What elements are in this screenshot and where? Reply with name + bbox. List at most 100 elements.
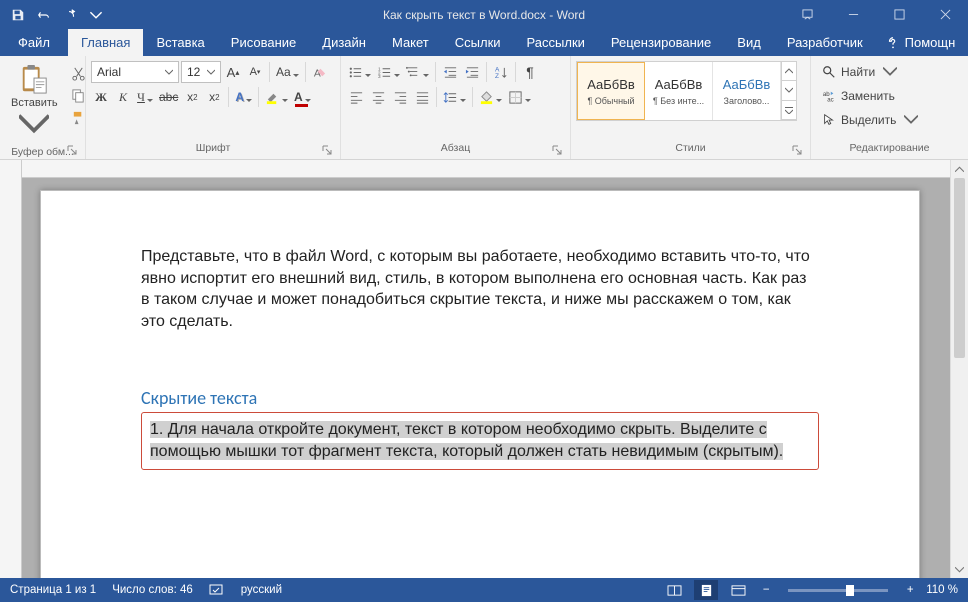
- zoom-out-icon[interactable]: −: [758, 584, 774, 596]
- tab-references[interactable]: Ссылки: [442, 29, 514, 56]
- page[interactable]: Представьте, что в файл Word, с которым …: [40, 190, 920, 578]
- spellcheck-icon[interactable]: [209, 583, 225, 597]
- heading-text[interactable]: Скрытие текста: [141, 387, 819, 409]
- underline-button[interactable]: Ч: [135, 86, 155, 108]
- font-name-combo[interactable]: Arial: [91, 61, 179, 83]
- zoom-slider[interactable]: [788, 589, 888, 592]
- style-gallery: АаБбВв ¶ Обычный АаБбВв ¶ Без инте... Аа…: [576, 61, 797, 121]
- shrink-font-icon[interactable]: A▾: [245, 61, 265, 83]
- highlight-icon[interactable]: [263, 86, 290, 108]
- language[interactable]: русский: [241, 584, 282, 596]
- font-label: Шрифт: [91, 141, 335, 159]
- tab-home[interactable]: Главная: [68, 29, 143, 56]
- tab-view[interactable]: Вид: [724, 29, 774, 56]
- tab-review[interactable]: Рецензирование: [598, 29, 724, 56]
- vertical-ruler[interactable]: [0, 160, 22, 578]
- ribbon-options-icon[interactable]: [784, 0, 830, 29]
- word-count[interactable]: Число слов: 46: [112, 584, 193, 596]
- paste-label: Вставить: [11, 97, 58, 109]
- strikethrough-button[interactable]: abc: [157, 86, 180, 108]
- selected-text[interactable]: 1. Для начала откройте документ, текст в…: [150, 421, 783, 460]
- svg-text:Z: Z: [494, 73, 498, 80]
- group-paragraph: 123 AZ ¶ Абзац: [341, 56, 571, 159]
- horizontal-ruler[interactable]: [22, 160, 968, 178]
- maximize-icon[interactable]: [876, 0, 922, 29]
- window-controls: [784, 0, 968, 29]
- title-bar: Как скрыть текст в Word.docx - Word: [0, 0, 968, 29]
- decrease-indent-icon[interactable]: [440, 61, 460, 83]
- minimize-icon[interactable]: [830, 0, 876, 29]
- save-icon[interactable]: [6, 3, 30, 27]
- svg-text:3: 3: [378, 74, 381, 79]
- line-spacing-icon[interactable]: [441, 86, 468, 108]
- web-layout-icon[interactable]: [726, 580, 750, 600]
- sort-icon[interactable]: AZ: [491, 61, 511, 83]
- find-button[interactable]: Найти: [816, 61, 903, 83]
- replace-button[interactable]: abac Заменить: [816, 85, 901, 107]
- styles-label: Стили: [576, 141, 805, 159]
- show-marks-icon[interactable]: ¶: [520, 61, 540, 83]
- group-font: Arial 12 A▴ A▾ Aa A Ж К Ч abc x2 x2 A: [86, 56, 341, 159]
- scroll-down-icon[interactable]: [951, 560, 968, 578]
- style-normal[interactable]: АаБбВв ¶ Обычный: [577, 62, 645, 120]
- justify-icon[interactable]: [412, 86, 432, 108]
- qat-more-icon[interactable]: [84, 3, 108, 27]
- paste-button[interactable]: Вставить: [5, 59, 64, 145]
- ribbon: Вставить Буфер обм... Arial 12 A▴ A▾ Aa: [0, 56, 968, 160]
- multilevel-list-icon[interactable]: [404, 61, 431, 83]
- group-styles: АаБбВв ¶ Обычный АаБбВв ¶ Без инте... Аа…: [571, 56, 811, 159]
- subscript-button[interactable]: x2: [182, 86, 202, 108]
- superscript-button[interactable]: x2: [204, 86, 224, 108]
- tab-layout[interactable]: Макет: [379, 29, 442, 56]
- clipboard-launcher-icon[interactable]: [66, 145, 78, 157]
- zoom-slider-thumb[interactable]: [846, 585, 854, 596]
- tab-developer[interactable]: Разработчик: [774, 29, 876, 56]
- align-right-icon[interactable]: [390, 86, 410, 108]
- paragraph-label: Абзац: [346, 141, 565, 159]
- zoom-level[interactable]: 110 %: [926, 584, 958, 596]
- font-launcher-icon[interactable]: [321, 145, 333, 157]
- zoom-in-icon[interactable]: +: [902, 584, 918, 596]
- tell-me[interactable]: Помощн: [876, 29, 968, 56]
- scroll-thumb[interactable]: [954, 178, 965, 358]
- clipboard-label: Буфер обм...: [5, 145, 80, 159]
- clear-formatting-icon[interactable]: A: [310, 61, 330, 83]
- body-paragraph[interactable]: Представьте, что в файл Word, с которым …: [141, 246, 819, 332]
- vertical-scrollbar[interactable]: [950, 160, 968, 578]
- bullets-icon[interactable]: [346, 61, 373, 83]
- page-number[interactable]: Страница 1 из 1: [10, 584, 96, 596]
- paragraph-launcher-icon[interactable]: [551, 145, 563, 157]
- group-clipboard: Вставить Буфер обм...: [0, 56, 86, 159]
- shading-icon[interactable]: [477, 86, 504, 108]
- align-center-icon[interactable]: [368, 86, 388, 108]
- tab-file[interactable]: Файл: [0, 29, 68, 56]
- editing-label: Редактирование: [816, 141, 963, 159]
- font-color-icon[interactable]: A: [292, 86, 313, 108]
- bold-button[interactable]: Ж: [91, 86, 111, 108]
- print-layout-icon[interactable]: [694, 580, 718, 600]
- grow-font-icon[interactable]: A▴: [223, 61, 243, 83]
- close-icon[interactable]: [922, 0, 968, 29]
- select-button[interactable]: Выделить: [816, 109, 924, 131]
- tab-draw[interactable]: Рисование: [218, 29, 309, 56]
- tab-design[interactable]: Дизайн: [309, 29, 379, 56]
- redo-icon[interactable]: [58, 3, 82, 27]
- change-case-icon[interactable]: Aa: [274, 61, 301, 83]
- tab-insert[interactable]: Вставка: [143, 29, 217, 56]
- font-size-combo[interactable]: 12: [181, 61, 221, 83]
- style-no-spacing[interactable]: АаБбВв ¶ Без инте...: [645, 62, 713, 120]
- undo-icon[interactable]: [32, 3, 56, 27]
- numbering-icon[interactable]: 123: [375, 61, 402, 83]
- align-left-icon[interactable]: [346, 86, 366, 108]
- text-effects-icon[interactable]: A: [233, 86, 254, 108]
- style-heading1[interactable]: АаБбВв Заголово...: [713, 62, 781, 120]
- italic-button[interactable]: К: [113, 86, 133, 108]
- tab-mailings[interactable]: Рассылки: [514, 29, 598, 56]
- borders-icon[interactable]: [506, 86, 533, 108]
- read-mode-icon[interactable]: [662, 580, 686, 600]
- styles-launcher-icon[interactable]: [791, 145, 803, 157]
- scroll-up-icon[interactable]: [951, 160, 968, 178]
- gallery-more[interactable]: [781, 62, 796, 120]
- group-editing: Найти abac Заменить Выделить Редактирова…: [811, 56, 968, 159]
- increase-indent-icon[interactable]: [462, 61, 482, 83]
